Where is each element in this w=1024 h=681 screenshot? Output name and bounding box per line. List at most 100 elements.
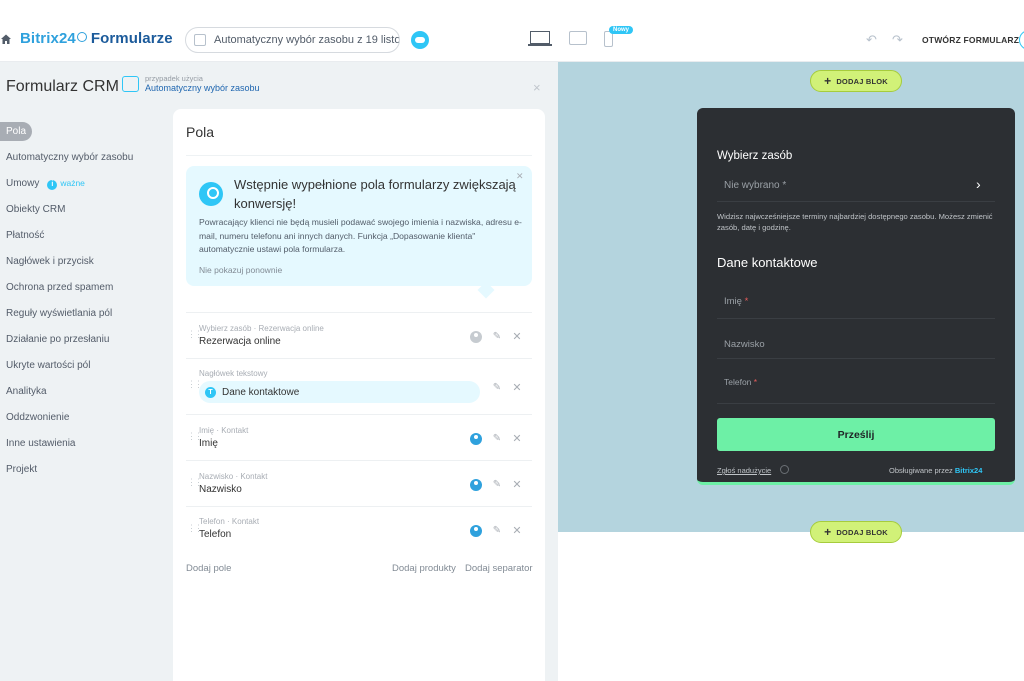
close-icon[interactable]: ✕ xyxy=(512,381,522,394)
field-row[interactable]: ⋮⋮ Nagłówek tekstowy T Dane kontaktowe ✎… xyxy=(186,358,532,414)
resource-placeholder: Nie wybrano * xyxy=(724,180,787,191)
first-name-field[interactable] xyxy=(717,285,995,319)
logo-product: Formularze xyxy=(90,30,173,47)
plus-icon: + xyxy=(824,74,832,88)
undo-icon[interactable]: ↶ xyxy=(866,33,878,46)
field-caption: Wybierz zasób · Rezerwacja online xyxy=(199,324,324,333)
chevron-right-icon[interactable]: › xyxy=(976,176,981,192)
nav-item-callback[interactable]: Oddzwonienie xyxy=(6,412,69,423)
cloud-icon[interactable] xyxy=(411,31,429,49)
add-block-label: DODAJ BLOK xyxy=(836,76,888,86)
field-caption: Nagłówek tekstowy xyxy=(199,369,268,378)
add-block-button[interactable]: + DODAJ BLOK xyxy=(810,521,902,543)
first-name-label: Imię * xyxy=(724,296,749,307)
use-case-link[interactable]: Automatyczny wybór zasobu xyxy=(145,83,260,93)
field-title: Rezerwacja online xyxy=(199,336,281,347)
text-header-pill[interactable]: T Dane kontaktowe xyxy=(199,381,480,403)
field-row[interactable]: ⋮⋮ Wybierz zasób · Rezerwacja online Rez… xyxy=(186,312,532,358)
phone-field[interactable] xyxy=(717,370,995,404)
new-badge: Nowy xyxy=(609,26,634,34)
nav-item-analytics[interactable]: Analityka xyxy=(6,386,47,397)
nav-item-display-rules[interactable]: Reguły wyświetlania pól xyxy=(6,308,112,319)
hint-text: Powracający klienci nie będą musieli pod… xyxy=(199,217,522,254)
nav-item-resource[interactable]: Automatyczny wybór zasobu xyxy=(6,152,133,163)
user-icon[interactable] xyxy=(470,330,482,343)
nav-item-crm-objects[interactable]: Obiekty CRM xyxy=(6,204,65,215)
add-block-button[interactable]: + DODAJ BLOK xyxy=(810,70,902,92)
pencil-icon[interactable]: ✎ xyxy=(492,382,502,393)
add-products-link[interactable]: Dodaj produkty xyxy=(392,563,456,574)
nav-item-payment[interactable]: Płatność xyxy=(6,230,44,241)
fields-title: Pola xyxy=(186,124,215,140)
redo-icon[interactable]: ↷ xyxy=(892,33,904,46)
text-icon: T xyxy=(205,386,216,398)
resource-note: Widzisz najwcześniejsze terminy najbardz… xyxy=(717,212,993,232)
contact-heading: Dane kontaktowe xyxy=(717,255,818,270)
field-caption: Nazwisko · Kontakt xyxy=(199,472,268,481)
calendar-icon xyxy=(194,34,206,46)
field-title: Imię xyxy=(199,438,218,449)
nav-item-after-submit[interactable]: Działanie po przesłaniu xyxy=(6,334,109,345)
tablet-view-icon[interactable] xyxy=(569,31,587,45)
close-icon[interactable]: ✕ xyxy=(512,330,522,343)
close-icon[interactable]: ✕ xyxy=(512,478,522,491)
clock-icon xyxy=(76,31,87,42)
panel-title: Formularz CRM xyxy=(6,78,119,95)
help-icon xyxy=(780,465,789,474)
nav-item-agreements[interactable]: Umowy i ważne xyxy=(6,178,85,190)
desktop-view-icon[interactable] xyxy=(528,31,552,47)
close-icon[interactable]: ✕ xyxy=(516,171,524,182)
user-icon[interactable] xyxy=(470,524,482,537)
pencil-icon[interactable]: ✎ xyxy=(492,433,502,444)
field-row[interactable]: ⋮⋮ Telefon · Kontakt Telefon ✎ ✕ xyxy=(186,506,532,552)
pencil-icon[interactable]: ✎ xyxy=(492,479,502,490)
pencil-icon[interactable]: ✎ xyxy=(492,525,502,536)
app-logo[interactable]: Bitrix24 Formularze xyxy=(20,30,173,47)
use-case-caption: przypadek użycia xyxy=(145,74,203,83)
field-caption: Imię · Kontakt xyxy=(199,426,249,435)
report-abuse-link[interactable]: Zgłoś nadużycie xyxy=(717,466,771,475)
help-icon[interactable] xyxy=(1019,30,1024,50)
close-icon[interactable]: ✕ xyxy=(512,432,522,445)
last-name-label: Nazwisko xyxy=(724,339,765,350)
divider xyxy=(186,155,532,156)
nav-item-hidden-values[interactable]: Ukryte wartości pól xyxy=(6,360,90,371)
nav-item-pola[interactable]: Pola xyxy=(0,122,33,141)
submit-button[interactable]: Prześlij xyxy=(717,418,995,451)
phone-label: Telefon * xyxy=(724,377,758,387)
field-row[interactable]: ⋮⋮ Imię · Kontakt Imię ✎ ✕ xyxy=(186,414,532,460)
hint-title: Wstępnie wypełnione pola formularzy zwię… xyxy=(234,177,516,211)
add-separator-link[interactable]: Dodaj separator xyxy=(465,563,533,574)
top-bar: Bitrix24 Formularze Automatyczny wybór za… xyxy=(0,0,1024,62)
field-title: Telefon xyxy=(199,529,232,540)
nav-item-spam[interactable]: Ochrona przed spamem xyxy=(6,282,113,293)
pencil-icon[interactable]: ✎ xyxy=(492,331,502,342)
home-icon[interactable] xyxy=(0,33,12,45)
add-block-label: DODAJ BLOK xyxy=(836,527,888,537)
nav-item-label: Umowy xyxy=(6,178,40,189)
logo-brand: Bitrix24 xyxy=(20,30,76,47)
resource-heading: Wybierz zasób xyxy=(717,150,793,162)
user-icon[interactable] xyxy=(470,478,482,491)
field-title: Dane kontaktowe xyxy=(222,386,300,398)
scenario-value: Automatyczny wybór zasobu z 19 listo... xyxy=(214,34,400,46)
use-case-icon xyxy=(122,76,139,92)
nav-item-header-button[interactable]: Nagłówek i przycisk xyxy=(6,256,94,267)
field-title: Nazwisko xyxy=(199,484,242,495)
info-icon: i xyxy=(47,180,58,190)
nav-item-other-settings[interactable]: Inne ustawienia xyxy=(6,438,76,449)
important-label: ważne xyxy=(60,178,85,188)
add-field-link[interactable]: Dodaj pole xyxy=(186,563,231,574)
nav-item-design[interactable]: Projekt xyxy=(6,464,37,475)
hint-dismiss-link[interactable]: Nie pokazuj ponownie xyxy=(199,265,282,275)
powered-by[interactable]: Obsługiwane przez Bitrix24 xyxy=(889,466,982,475)
plus-icon: + xyxy=(824,525,832,539)
open-form-button[interactable]: OTWÓRZ FORMULARZ xyxy=(922,35,1019,45)
drag-handle-icon[interactable]: ⋮⋮ xyxy=(187,380,203,389)
close-icon[interactable]: × xyxy=(533,80,541,95)
scenario-select[interactable]: Automatyczny wybór zasobu z 19 listo... xyxy=(185,27,400,53)
field-row[interactable]: ⋮⋮ Nazwisko · Kontakt Nazwisko ✎ ✕ xyxy=(186,460,532,506)
user-icon[interactable] xyxy=(470,432,482,445)
field-caption: Telefon · Kontakt xyxy=(199,517,260,526)
close-icon[interactable]: ✕ xyxy=(512,524,522,537)
